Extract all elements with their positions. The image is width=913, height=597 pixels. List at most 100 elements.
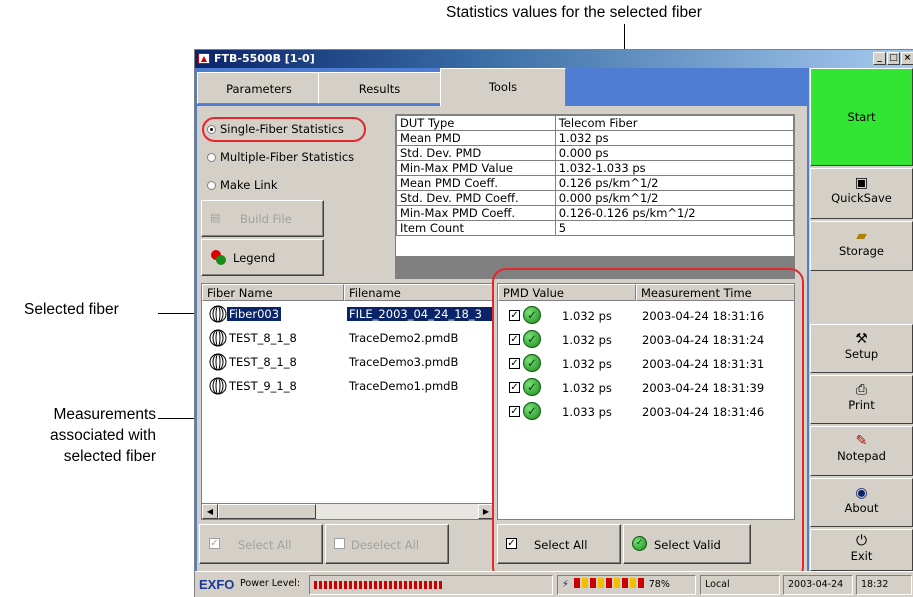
callout-measurements: Measurements associated with selected fi… <box>0 404 156 467</box>
stats-value: 0.000 ps <box>554 145 795 161</box>
stats-value: 0.126-0.126 ps/km^1/2 <box>554 205 795 221</box>
stats-row: Item Count 5 <box>396 220 795 236</box>
scroll-left-button[interactable]: ◀ <box>202 504 218 519</box>
storage-label: Storage <box>839 244 884 258</box>
header-fiber-name[interactable]: Fiber Name <box>202 284 344 301</box>
notepad-button[interactable]: ✎ Notepad <box>810 426 913 476</box>
scroll-thumb[interactable] <box>218 504 316 519</box>
fiber-name: TEST_8_1_8 <box>229 355 297 369</box>
callout-statistics: Statistics values for the selected fiber <box>446 4 702 21</box>
statistics-table: DUT Type Telecom Fiber Mean PMD 1.032 ps Std… <box>395 114 795 279</box>
checkbox-empty-icon <box>334 538 345 549</box>
title-bar: ▲ FTB-5500B [1-0] _ □ × <box>195 50 913 68</box>
callout-measurements-line3: selected fiber <box>63 448 156 465</box>
select-all-button[interactable]: ✓ Select All <box>497 524 621 564</box>
select-all-left-label: Select All <box>238 538 292 552</box>
exfo-logo: EXFO <box>199 577 235 592</box>
callout-measurements-line2: associated with <box>50 427 156 444</box>
radio-make-link[interactable]: Make Link <box>207 178 278 192</box>
header-filename[interactable]: Filename <box>344 284 493 301</box>
maximize-button[interactable]: □ <box>887 52 900 65</box>
battery-percent: 78% <box>648 579 670 590</box>
mode-field: Local <box>700 575 780 595</box>
stats-row: Std. Dev. PMD Coeff. 0.000 ps/km^1/2 <box>396 190 795 206</box>
stats-row: Min-Max PMD Coeff. 0.126-0.126 ps/km^1/2 <box>396 205 795 221</box>
setup-label: Setup <box>844 347 879 361</box>
fiber-row[interactable]: TEST_8_1_8 TraceDemo2.pmdB <box>202 326 493 350</box>
tab-parameters[interactable]: Parameters <box>197 72 321 104</box>
floppy-icon: ▣ <box>854 175 869 191</box>
fiber-spool-icon <box>208 377 228 395</box>
fiber-row[interactable]: Fiber003 FILE_2003_04_24_18_3 <box>202 302 493 326</box>
date-field: 2003-04-24 <box>783 575 853 595</box>
exit-button[interactable]: ⏻ Exit <box>810 529 913 571</box>
fiber-list: Fiber Name Filename Fiber003 FILE_2003_04… <box>201 283 494 520</box>
select-all-fibers-button[interactable]: ✓ Select All <box>199 524 323 564</box>
stats-value: 0.000 ps/km^1/2 <box>554 190 795 206</box>
checkbox-icon: ✓ <box>506 538 517 549</box>
stats-key: Std. Dev. PMD Coeff. <box>396 190 556 206</box>
stats-row: Min-Max PMD Value 1.032-1.033 ps <box>396 160 795 176</box>
power-level-label: Power Level: <box>240 578 301 589</box>
radio-link-label: Make Link <box>220 178 278 192</box>
printer-icon: ⎙ <box>855 382 868 398</box>
fiber-filename: FILE_2003_04_24_18_3 <box>347 307 493 321</box>
fiber-filename: TraceDemo1.pmdB <box>349 379 459 393</box>
stats-key: Item Count <box>396 220 556 236</box>
tab-results[interactable]: Results <box>318 72 441 104</box>
radio-multiple-label: Multiple-Fiber Statistics <box>220 150 355 164</box>
stats-key: Mean PMD Coeff. <box>396 175 556 191</box>
deselect-all-button[interactable]: Deselect All <box>325 524 449 564</box>
stats-key: Std. Dev. PMD <box>396 145 556 161</box>
sidebar-spacer <box>810 273 913 322</box>
close-button[interactable]: × <box>901 52 913 65</box>
storage-button[interactable]: ▰ Storage <box>810 221 913 271</box>
time-field: 18:32 <box>856 575 912 595</box>
checkbox-icon: ✓ <box>209 538 220 549</box>
fiber-spool-icon <box>208 329 228 347</box>
fiber-filename: TraceDemo2.pmdB <box>349 331 459 345</box>
stats-key: Min-Max PMD Coeff. <box>396 205 556 221</box>
about-button[interactable]: ◉ About <box>810 478 913 527</box>
power-level-meter <box>309 575 553 595</box>
stats-value: 1.032-1.033 ps <box>554 160 795 176</box>
battery-field: ⚡ 78% <box>557 575 696 595</box>
notepad-icon: ✎ <box>855 433 868 449</box>
exit-label: Exit <box>850 549 873 563</box>
fiber-name: TEST_9_1_8 <box>229 379 297 393</box>
stats-row: Mean PMD 1.032 ps <box>396 130 795 146</box>
start-button[interactable]: Start <box>810 68 913 166</box>
callout-selected-fiber: Selected fiber <box>24 301 119 318</box>
build-file-label: Build File <box>240 212 292 226</box>
highlight-oval-single <box>202 117 366 142</box>
select-valid-button[interactable]: ✓ Select Valid <box>623 524 751 564</box>
setup-button[interactable]: ⚒ Setup <box>810 324 913 373</box>
fiber-row[interactable]: TEST_8_1_8 TraceDemo3.pmdB <box>202 350 493 374</box>
battery-meter-icon <box>573 578 646 588</box>
folder-icon: ▰ <box>856 228 867 244</box>
build-file-button[interactable]: ▤ Build File <box>201 200 324 237</box>
stats-row: Std. Dev. PMD 0.000 ps <box>396 145 795 161</box>
fiber-list-hscrollbar[interactable]: ◀ ▶ <box>202 503 493 519</box>
stats-value: 1.032 ps <box>554 130 795 146</box>
fiber-row[interactable]: TEST_9_1_8 TraceDemo1.pmdB <box>202 374 493 398</box>
quicksave-button[interactable]: ▣ QuickSave <box>810 168 913 219</box>
radio-empty-icon <box>207 153 216 162</box>
radio-multiple-fiber[interactable]: Multiple-Fiber Statistics <box>207 150 354 164</box>
select-valid-label: Select Valid <box>654 538 721 552</box>
fiber-filename: TraceDemo3.pmdB <box>349 355 459 369</box>
minimize-button[interactable]: _ <box>873 52 886 65</box>
notepad-label: Notepad <box>837 449 886 463</box>
callout-measurements-line1: Measurements <box>53 406 156 423</box>
tab-tools[interactable]: Tools <box>440 68 566 108</box>
stats-value: 5 <box>554 220 795 236</box>
status-bar: EXFO Power Level: ⚡ 78% Local 2003-04-24… <box>195 571 913 597</box>
print-label: Print <box>848 398 875 412</box>
print-button[interactable]: ⎙ Print <box>810 375 913 424</box>
stats-value: Telecom Fiber <box>554 115 795 131</box>
file-icon: ▤ <box>210 211 221 224</box>
info-icon: ◉ <box>855 485 868 501</box>
fiber-name: Fiber003 <box>227 307 282 321</box>
window-title: FTB-5500B [1-0] <box>214 52 315 65</box>
legend-button[interactable]: Legend <box>201 239 324 276</box>
